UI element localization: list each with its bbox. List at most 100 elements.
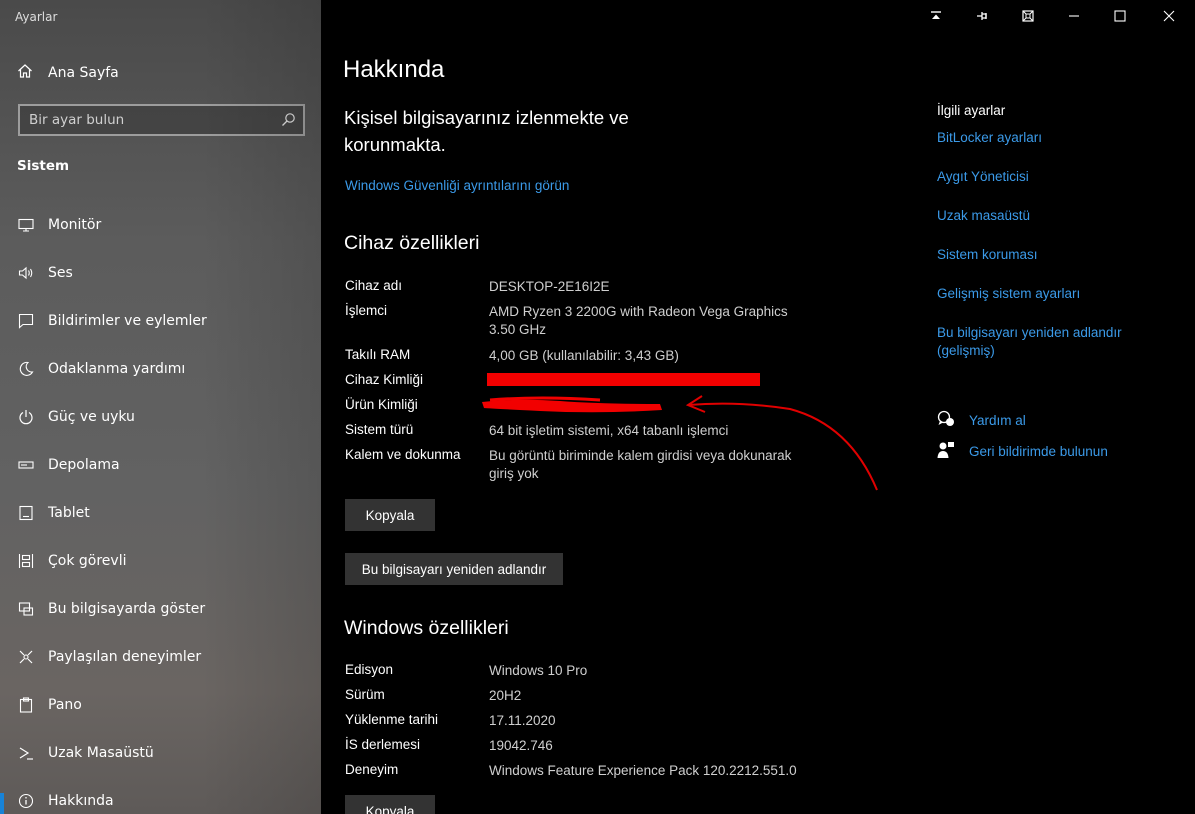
- sidebar-item-about[interactable]: Hakkında: [0, 777, 321, 814]
- security-details-link[interactable]: Windows Güvenliği ayrıntılarını görün: [345, 178, 569, 193]
- home-button[interactable]: Ana Sayfa: [17, 62, 119, 84]
- spec-key: Ürün Kimliği: [345, 397, 418, 412]
- spec-key: Sistem türü: [345, 422, 414, 437]
- spec-value: Windows Feature Experience Pack 120.2212…: [489, 763, 797, 778]
- spec-key: Edisyon: [345, 662, 394, 677]
- pin-button[interactable]: [959, 0, 1005, 32]
- sidebar-item-sound[interactable]: Ses: [0, 249, 321, 297]
- annotation-arrow: [685, 395, 878, 491]
- sidebar-item-label: Paylaşılan deneyimler: [48, 649, 202, 665]
- pin-icon: [976, 7, 988, 26]
- feedback-row[interactable]: Geri bildirimde bulunun: [937, 441, 1108, 462]
- copy-device-specs-button[interactable]: Kopyala: [345, 499, 435, 531]
- section-label: Sistem: [17, 158, 70, 174]
- power-icon: [18, 409, 34, 425]
- sidebar-item-monitor[interactable]: Monitör: [0, 201, 321, 249]
- search-box[interactable]: [18, 104, 305, 136]
- spec-row: Takılı RAM 4,00 GB (kullanılabilir: 3,43…: [345, 347, 805, 372]
- spec-key: Cihaz Kimliği: [345, 372, 424, 387]
- tablet-icon: [18, 505, 34, 521]
- sidebar-item-label: Depolama: [48, 457, 120, 473]
- spec-value: 17.11.2020: [489, 713, 556, 728]
- speaker-icon: [18, 265, 34, 281]
- spec-key: Yüklenme tarihi: [345, 712, 439, 727]
- spec-row: Sürüm 20H2: [345, 687, 805, 712]
- spec-row: Deneyim Windows Feature Experience Pack …: [345, 762, 805, 787]
- device-manager-link[interactable]: Aygıt Yöneticisi: [937, 168, 1177, 186]
- search-icon[interactable]: [281, 112, 296, 131]
- spec-value: Windows 10 Pro: [489, 663, 588, 678]
- close-button[interactable]: [1143, 0, 1195, 32]
- sidebar-item-label: Güç ve uyku: [48, 409, 135, 425]
- clipboard-icon: [18, 697, 34, 713]
- spec-key: İS derlemesi: [345, 737, 421, 752]
- sidebar-nav: Monitör Ses Bildirimler ve eylemler Odak…: [0, 201, 321, 814]
- sidebar-item-label: Pano: [48, 697, 82, 713]
- sidebar-item-label: Hakkında: [48, 793, 114, 809]
- sidebar-item-label: Çok görevli: [48, 553, 127, 569]
- related-settings-heading: İlgili ayarlar: [937, 103, 1006, 118]
- sidebar: Ayarlar Ana Sayfa Sistem Monitör Ses Bil…: [0, 0, 321, 814]
- app-title: Ayarlar: [15, 10, 58, 24]
- home-label: Ana Sayfa: [48, 65, 119, 81]
- collapse-icon: [930, 7, 942, 26]
- collapse-button[interactable]: [913, 0, 959, 32]
- rename-pc-advanced-link[interactable]: Bu bilgisayarı yeniden adlandır (gelişmi…: [937, 324, 1137, 360]
- maximize-icon: [1114, 7, 1126, 26]
- protection-status: Kişisel bilgisayarınız izlenmekte ve kor…: [344, 107, 629, 155]
- compact-overlay-button[interactable]: [1005, 0, 1051, 32]
- home-icon: [17, 63, 33, 83]
- advanced-system-settings-link[interactable]: Gelişmiş sistem ayarları: [937, 285, 1177, 303]
- shared-icon: [18, 649, 34, 665]
- spec-key: Kalem ve dokunma: [345, 447, 461, 462]
- spec-key: İşlemci: [345, 303, 388, 318]
- bitlocker-settings-link[interactable]: BitLocker ayarları: [937, 129, 1177, 147]
- page-title: Hakkında: [343, 56, 445, 83]
- project-icon: [18, 601, 34, 617]
- search-input[interactable]: [29, 112, 274, 128]
- sidebar-item-power-sleep[interactable]: Güç ve uyku: [0, 393, 321, 441]
- moon-icon: [18, 361, 34, 377]
- spec-row: Edisyon Windows 10 Pro: [345, 662, 805, 687]
- get-help-link[interactable]: Yardım al: [969, 413, 1026, 428]
- related-settings: İlgili ayarlar BitLocker ayarları Aygıt …: [937, 103, 1177, 381]
- remote-desktop-icon: [18, 745, 34, 761]
- feedback-link[interactable]: Geri bildirimde bulunun: [969, 444, 1108, 459]
- sidebar-item-remote-desktop[interactable]: Uzak Masaüstü: [0, 729, 321, 777]
- minimize-icon: [1068, 7, 1080, 26]
- spec-row: İşlemci AMD Ryzen 3 2200G with Radeon Ve…: [345, 303, 805, 347]
- spec-row: Cihaz adı DESKTOP-2E16I2E: [345, 278, 805, 303]
- sidebar-item-shared-experiences[interactable]: Paylaşılan deneyimler: [0, 633, 321, 681]
- spec-key: Sürüm: [345, 687, 385, 702]
- get-help-row[interactable]: Yardım al: [937, 410, 1026, 431]
- spec-value: 4,00 GB (kullanılabilir: 3,43 GB): [489, 348, 679, 363]
- sidebar-item-label: Bu bilgisayarda göster: [48, 601, 206, 617]
- remote-desktop-link[interactable]: Uzak masaüstü: [937, 207, 1177, 225]
- info-icon: [18, 793, 34, 809]
- maximize-button[interactable]: [1097, 0, 1143, 32]
- copy-windows-specs-button[interactable]: Kopyala: [345, 795, 435, 814]
- sidebar-item-project[interactable]: Bu bilgisayarda göster: [0, 585, 321, 633]
- notification-icon: [18, 313, 34, 329]
- device-specs-heading: Cihaz özellikleri: [344, 232, 480, 254]
- windows-specs-table: Edisyon Windows 10 Pro Sürüm 20H2 Yüklen…: [345, 662, 805, 787]
- sidebar-item-clipboard[interactable]: Pano: [0, 681, 321, 729]
- spec-key: Takılı RAM: [345, 347, 411, 362]
- spec-row: İS derlemesi 19042.746: [345, 737, 805, 762]
- rename-pc-button[interactable]: Bu bilgisayarı yeniden adlandır: [345, 553, 563, 585]
- system-protection-link[interactable]: Sistem koruması: [937, 246, 1177, 264]
- sidebar-item-storage[interactable]: Depolama: [0, 441, 321, 489]
- sidebar-item-focus-assist[interactable]: Odaklanma yardımı: [0, 345, 321, 393]
- sidebar-item-label: Uzak Masaüstü: [48, 745, 154, 761]
- product-id-redaction: [482, 396, 662, 413]
- monitor-icon: [18, 217, 34, 233]
- storage-icon: [18, 457, 34, 473]
- spec-value: AMD Ryzen 3 2200G with Radeon Vega Graph…: [489, 304, 788, 337]
- spec-row: Yüklenme tarihi 17.11.2020: [345, 712, 805, 737]
- minimize-button[interactable]: [1051, 0, 1097, 32]
- sidebar-item-tablet[interactable]: Tablet: [0, 489, 321, 537]
- compact-overlay-icon: [1022, 7, 1034, 26]
- spec-value: DESKTOP-2E16I2E: [489, 279, 610, 294]
- sidebar-item-multitasking[interactable]: Çok görevli: [0, 537, 321, 585]
- sidebar-item-notifications[interactable]: Bildirimler ve eylemler: [0, 297, 321, 345]
